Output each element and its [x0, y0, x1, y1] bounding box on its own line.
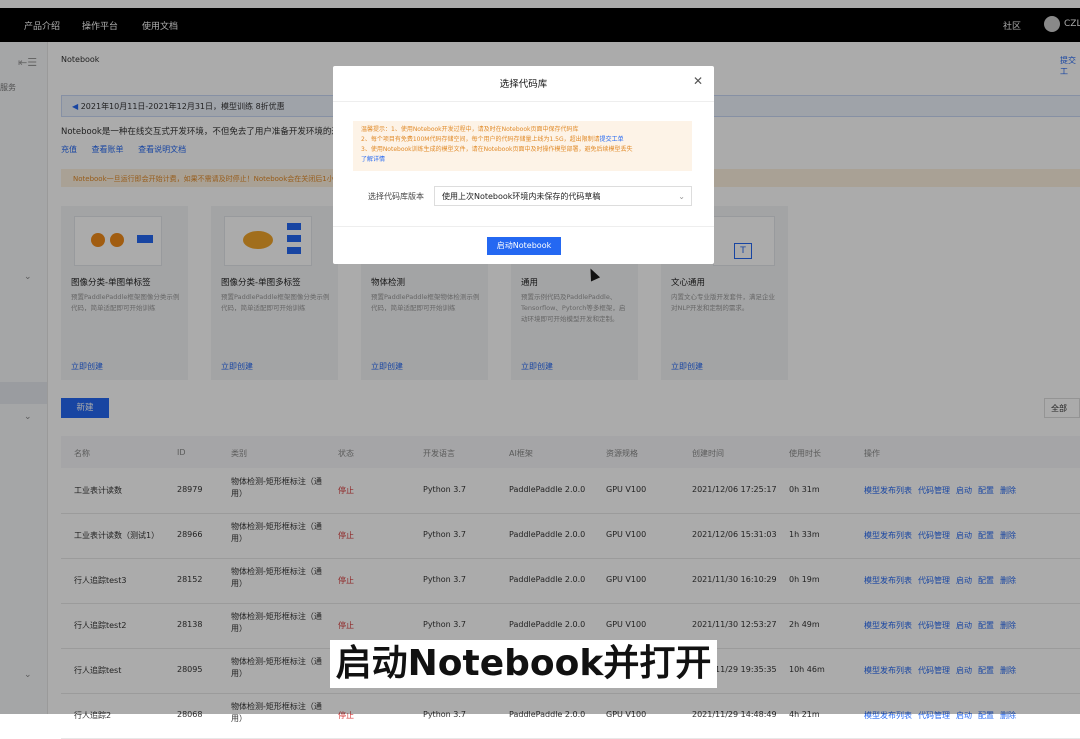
repo-version-label: 选择代码库版本 [368, 192, 424, 201]
video-caption: 启动Notebook并打开 [330, 640, 717, 688]
chevron-down-icon: ⌄ [678, 192, 685, 201]
tip-line-3: 3、使用Notebook训练生成的模型文件，请在Notebook页面中及时操作模… [361, 146, 633, 153]
dialog-title: 选择代码库 [499, 79, 548, 90]
repo-version-value: 使用上次Notebook环境内未保存的代码草稿 [442, 192, 601, 201]
tip-line-2: 2、每个项目有免费100M代码存储空间，每个用户的代码存储量上线为1.5G，超出… [361, 136, 600, 143]
divider [333, 226, 714, 227]
repo-version-select[interactable]: 使用上次Notebook环境内未保存的代码草稿 ⌄ [434, 186, 692, 206]
warning-tip: 温馨提示：1、使用Notebook开发过程中，请及时在Notebook页面中保存… [353, 121, 692, 171]
close-icon[interactable]: ✕ [693, 74, 703, 88]
launch-notebook-button[interactable]: 启动Notebook [487, 237, 561, 255]
tip-line-1: 温馨提示：1、使用Notebook开发过程中，请及时在Notebook页面中保存… [361, 126, 579, 133]
divider [333, 101, 714, 102]
learn-more-link[interactable]: 了解详情 [361, 155, 684, 165]
select-repo-dialog: 选择代码库 ✕ 温馨提示：1、使用Notebook开发过程中，请及时在Noteb… [333, 66, 714, 264]
submit-ticket-link[interactable]: 提交工单 [600, 136, 624, 143]
